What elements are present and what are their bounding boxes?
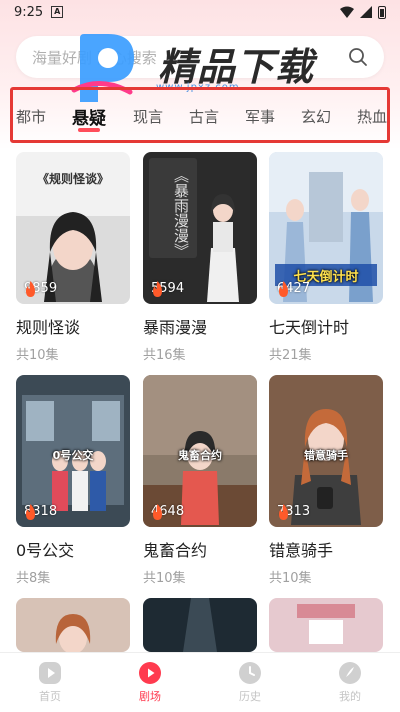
signal-icon [360, 6, 372, 18]
cover-text: 《暴雨漫漫》 [172, 168, 190, 258]
episode-count: 共21集 [269, 348, 312, 363]
drama-card-partial[interactable] [143, 598, 257, 652]
drama-title[interactable]: 鬼畜合约 [143, 537, 257, 561]
play-icon [39, 662, 61, 684]
status-time: 9:25 [14, 4, 44, 20]
drama-cover[interactable] [16, 598, 130, 652]
episode-count: 共16集 [143, 348, 186, 363]
episode-count: 共10集 [16, 348, 59, 363]
highlight-box [10, 87, 390, 143]
views-count: 9859 [24, 281, 57, 297]
drama-card[interactable]: 错意骑手 7313 错意骑手 共10集 [269, 375, 383, 586]
nav-theater[interactable]: 剧场 [120, 661, 180, 704]
drama-cover[interactable] [269, 598, 383, 652]
fire-icon [153, 281, 162, 297]
fire-icon [26, 504, 35, 520]
nav-home[interactable]: 首页 [20, 661, 80, 704]
cover-text: 0号公交 [52, 449, 94, 462]
drama-card[interactable]: 七天倒计时 6427 七天倒计时 共21集 [269, 152, 383, 363]
drama-card[interactable]: 《规则怪谈》 9859 规则怪谈 共10集 [16, 152, 130, 363]
drama-card[interactable]: 鬼畜合约 4648 鬼畜合约 共10集 [143, 375, 257, 586]
profile-icon [339, 662, 361, 684]
views-count: 8318 [24, 504, 57, 520]
notification-icon: A [51, 6, 64, 18]
search-icon[interactable] [348, 47, 368, 67]
fire-icon [279, 281, 288, 297]
episode-count: 共10集 [143, 571, 186, 586]
bottom-nav: 首页 剧场 历史 我的 [0, 652, 400, 712]
nav-history[interactable]: 历史 [220, 661, 280, 704]
drama-cover[interactable]: 《规则怪谈》 9859 [16, 152, 130, 304]
drama-cover[interactable]: 鬼畜合约 4648 [143, 375, 257, 527]
drama-card-partial[interactable] [269, 598, 383, 652]
views-count: 7313 [277, 504, 310, 520]
episode-count: 共10集 [269, 571, 312, 586]
search-placeholder: 海量好剧 随心搜索 [32, 48, 157, 67]
fire-icon [279, 504, 288, 520]
drama-cover[interactable]: 0号公交 8318 [16, 375, 130, 527]
drama-title[interactable]: 0号公交 [16, 537, 130, 561]
views-count: 5594 [151, 281, 184, 297]
clock-icon [239, 662, 261, 684]
fire-icon [153, 504, 162, 520]
drama-cover[interactable]: 七天倒计时 6427 [269, 152, 383, 304]
nav-profile[interactable]: 我的 [320, 661, 380, 704]
drama-title[interactable]: 错意骑手 [269, 537, 383, 561]
cover-text: 错意骑手 [304, 449, 348, 462]
cover-text: 《规则怪谈》 [36, 172, 109, 186]
nav-label: 首页 [39, 690, 61, 703]
views-count: 6427 [277, 281, 310, 297]
nav-label: 剧场 [139, 690, 161, 703]
drama-title[interactable]: 暴雨漫漫 [143, 314, 257, 338]
episode-count: 共8集 [16, 571, 51, 586]
drama-cover[interactable]: 《暴雨漫漫》 5594 [143, 152, 257, 304]
drama-card[interactable]: 0号公交 8318 0号公交 共8集 [16, 375, 130, 586]
drama-title[interactable]: 七天倒计时 [269, 314, 383, 338]
drama-title[interactable]: 规则怪谈 [16, 314, 130, 338]
cover-text: 鬼畜合约 [178, 449, 222, 462]
status-bar: 9:25 A [0, 0, 400, 24]
nav-label: 我的 [339, 690, 361, 703]
drama-cover[interactable]: 错意骑手 7313 [269, 375, 383, 527]
drama-cover[interactable] [143, 598, 257, 652]
wifi-icon [340, 6, 354, 18]
search-bar[interactable]: 海量好剧 随心搜索 [16, 36, 384, 78]
drama-card[interactable]: 《暴雨漫漫》 5594 暴雨漫漫 共16集 [143, 152, 257, 363]
nav-label: 历史 [239, 690, 261, 703]
fire-icon [26, 281, 35, 297]
theater-icon [139, 662, 161, 684]
views-count: 4648 [151, 504, 184, 520]
drama-card-partial[interactable] [16, 598, 130, 652]
battery-icon [378, 5, 386, 19]
